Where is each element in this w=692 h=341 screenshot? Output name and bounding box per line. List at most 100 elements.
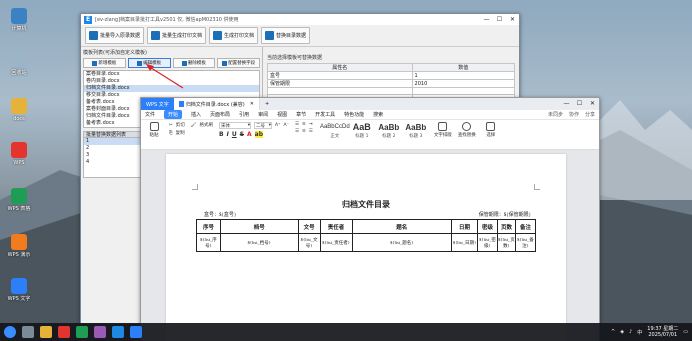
maximize-icon[interactable]: ☐: [493, 14, 506, 25]
menu-section[interactable]: 章节: [296, 111, 306, 118]
collaborate-button[interactable]: 协作: [569, 111, 579, 118]
generate-button[interactable]: 生成打印文档: [209, 27, 259, 44]
edit-template-button[interactable]: 编辑模板: [127, 58, 171, 68]
table-cell[interactable]: 2010: [411, 79, 516, 88]
strikethrough-icon[interactable]: S: [240, 131, 244, 138]
font-color-icon[interactable]: A: [247, 131, 252, 138]
numbered-list-icon[interactable]: ≡: [302, 122, 306, 127]
wechat-icon[interactable]: [76, 326, 88, 338]
align-right-icon[interactable]: ☰: [309, 129, 313, 134]
align-left-icon[interactable]: ☰: [295, 129, 299, 134]
font-size-select[interactable]: 二号 ▾: [254, 122, 272, 129]
cut-label: 剪切: [175, 123, 185, 128]
desktop-icon-docs[interactable]: docs: [4, 98, 34, 122]
cut-button[interactable]: ✂ 剪切: [169, 122, 185, 129]
column-header: 序号: [196, 219, 221, 234]
menu-developer[interactable]: 开发工具: [315, 111, 335, 118]
start-menu-icon[interactable]: [4, 326, 16, 338]
highlight-icon[interactable]: ab: [254, 131, 264, 138]
import-button[interactable]: 批量导入原录数据: [85, 27, 145, 44]
menu-features[interactable]: 特色功能: [344, 111, 364, 118]
copy-button[interactable]: ⎘ 复制: [169, 130, 185, 136]
grow-font-icon[interactable]: A⁺: [275, 123, 280, 128]
paste-label: 粘贴: [149, 133, 159, 138]
font-name-select[interactable]: 宋体 ▾: [219, 122, 251, 129]
wps-writer-taskbar-icon[interactable]: [130, 326, 142, 338]
delete-template-button[interactable]: 删除模板: [172, 58, 216, 68]
archive-tool-taskbar-icon[interactable]: [112, 326, 124, 338]
desktop-icon-wps-writer[interactable]: WPS 文字: [4, 278, 34, 302]
indent-icon[interactable]: ⇥: [309, 122, 313, 127]
document-page[interactable]: 归档文件目录 盒号：${盒号} 保管期限：${保管期限} 序号 档号 文号 责任…: [166, 154, 566, 341]
wps-home-tab[interactable]: WPS 文字: [141, 98, 174, 110]
menu-search[interactable]: 搜索: [373, 111, 383, 118]
menu-file[interactable]: 文件: [145, 111, 155, 118]
sync-status[interactable]: 未同步: [548, 111, 563, 118]
volume-icon[interactable]: ♪: [629, 329, 632, 335]
bold-icon[interactable]: B: [219, 131, 224, 138]
document-tab[interactable]: 归档文件目录.docx (兼容) ✕: [173, 98, 260, 110]
style-sample: AaBb: [405, 123, 427, 132]
minimize-icon[interactable]: —: [480, 14, 493, 25]
italic-icon[interactable]: I: [227, 131, 229, 138]
bullet-list-icon[interactable]: ☰: [295, 122, 299, 127]
config-fields-button[interactable]: 配置替换字段: [217, 58, 260, 68]
app-taskbar-icon[interactable]: [94, 326, 106, 338]
cursor-icon: [486, 122, 496, 131]
wps-taskbar-icon[interactable]: [58, 326, 70, 338]
list-item[interactable]: 案卷目录.docx: [84, 71, 259, 78]
task-view-icon[interactable]: [22, 326, 34, 338]
align-center-icon[interactable]: ≡: [302, 129, 306, 134]
maximize-icon[interactable]: ☐: [573, 98, 586, 109]
desktop-icon-wps[interactable]: WPS: [4, 142, 34, 166]
close-icon[interactable]: ✕: [506, 14, 519, 25]
add-template-button[interactable]: 新增模板: [83, 58, 126, 68]
input-language[interactable]: 中: [637, 329, 642, 336]
minimize-icon[interactable]: —: [560, 98, 573, 109]
chevron-up-icon[interactable]: ^: [611, 329, 615, 335]
table-row[interactable]: 保管期限 2010: [267, 79, 516, 88]
menu-start[interactable]: 开始: [164, 110, 183, 119]
batch-generate-button[interactable]: 批量生成打印文档: [147, 27, 207, 44]
clock[interactable]: 19:37 星期二 2025/07/01: [647, 326, 678, 338]
style-heading-3[interactable]: AaBb 标题 3: [404, 122, 428, 147]
paste-button[interactable]: 粘贴: [145, 122, 163, 138]
find-replace-button[interactable]: 查找替换: [458, 122, 476, 147]
menu-reference[interactable]: 引用: [239, 111, 249, 118]
file-explorer-icon[interactable]: [40, 326, 52, 338]
tool-titlebar[interactable]: E [ev-zlang]档案目录批打工具v2501 仅, 微信apM02310 …: [81, 14, 519, 25]
text-tools-label: 文字排版: [433, 133, 452, 138]
close-icon[interactable]: ✕: [250, 101, 254, 107]
desktop-icon-recycle-bin[interactable]: 回收站: [4, 52, 34, 76]
menu-view[interactable]: 视图: [277, 111, 287, 118]
underline-icon[interactable]: U: [232, 131, 237, 138]
desktop-icon-wps-present[interactable]: WPS 演示: [4, 234, 34, 258]
table-cell[interactable]: 1: [411, 71, 516, 80]
select-button[interactable]: 选择: [482, 122, 500, 147]
network-icon[interactable]: ◈: [620, 329, 624, 335]
desktop-icon-computer[interactable]: 计算机: [4, 8, 34, 32]
text-tools-button[interactable]: 文字排版: [434, 122, 452, 147]
list-item-selected[interactable]: 归档文件目录.docx: [84, 85, 259, 92]
column-header: 密级: [477, 219, 498, 234]
list-item[interactable]: 卷内目录.docx: [84, 78, 259, 85]
share-button[interactable]: 分享: [585, 111, 595, 118]
close-icon[interactable]: ✕: [586, 98, 599, 109]
table-row[interactable]: 盒号 1: [267, 71, 516, 80]
find-replace-label: 查找替换: [457, 133, 476, 138]
table-cell: ${list_密级}: [477, 233, 498, 252]
box-number-field: 盒号：${盒号}: [204, 213, 237, 218]
template-section-label: 模板列表(可添加自定义模板): [83, 50, 147, 56]
shrink-font-icon[interactable]: A⁻: [283, 123, 288, 128]
format-painter-button[interactable]: 🖌 格式刷: [191, 122, 213, 129]
menu-layout[interactable]: 页面布局: [210, 111, 230, 118]
new-tab-button[interactable]: +: [260, 98, 274, 110]
desktop-icon-wps-sheet[interactable]: WPS 表格: [4, 188, 34, 212]
menu-review[interactable]: 审阅: [258, 111, 268, 118]
style-heading-2[interactable]: AaBb 标题 2: [377, 122, 401, 147]
notification-icon[interactable]: ▭: [683, 329, 688, 335]
style-heading-1[interactable]: AaB 标题 1: [350, 122, 374, 147]
menu-insert[interactable]: 插入: [191, 111, 201, 118]
style-normal[interactable]: AaBbCcDd 正文: [320, 122, 350, 147]
replace-data-button[interactable]: 替换目录数据: [261, 27, 311, 44]
